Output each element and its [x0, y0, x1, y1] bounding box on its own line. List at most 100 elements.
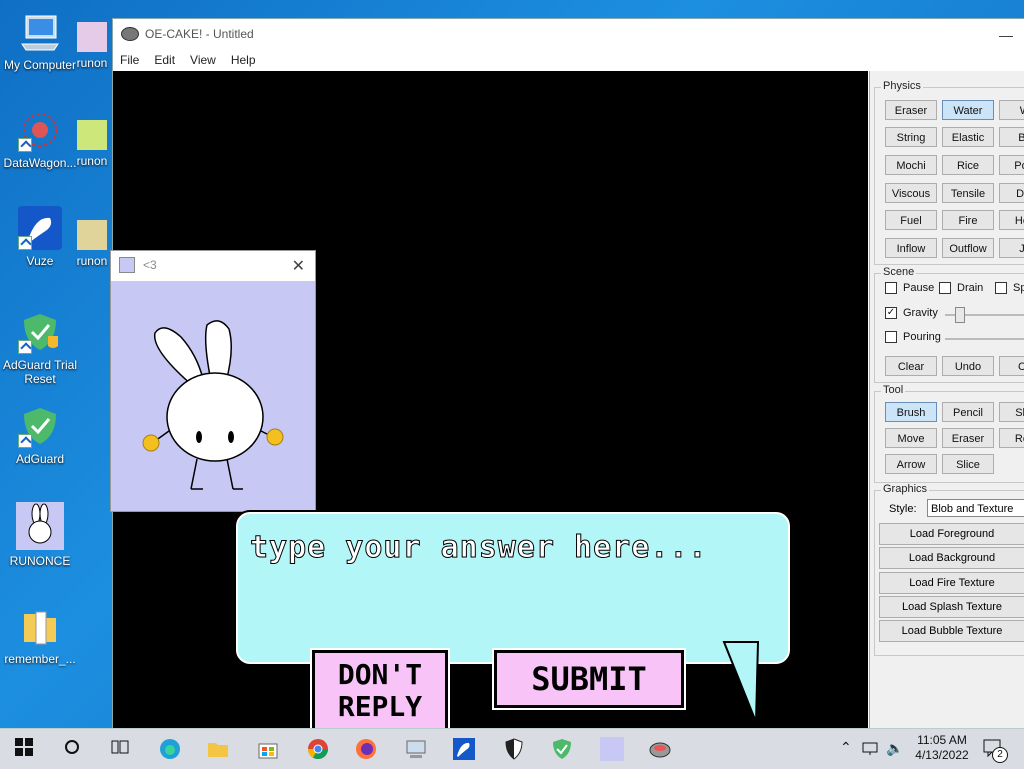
file-explorer-icon[interactable] — [206, 737, 230, 761]
dont-reply-button[interactable]: DON'T REPLY — [312, 650, 448, 732]
answer-placeholder[interactable]: type your answer here... — [249, 530, 707, 566]
tool-arrow-button[interactable]: Arrow — [885, 454, 937, 474]
adguard-taskbar-icon[interactable] — [550, 737, 574, 761]
search-icon[interactable] — [62, 737, 86, 761]
gravity-slider-thumb[interactable] — [955, 307, 965, 323]
physics-outflow-button[interactable]: Outflow — [942, 238, 994, 258]
computer-taskbar-icon[interactable] — [404, 737, 428, 761]
heart-popup-window: <3 ✕ — [110, 250, 316, 512]
physics-je-button[interactable]: Je — [999, 238, 1024, 258]
firefox-icon[interactable] — [354, 737, 378, 761]
folder-zip-icon — [18, 604, 62, 648]
menu-help[interactable]: Help — [224, 53, 264, 67]
runonce-taskbar-icon[interactable] — [600, 737, 624, 761]
physics-group: Physics Eraser Water W String Elastic Br… — [874, 80, 1024, 265]
tool-brush-button[interactable]: Brush — [885, 402, 937, 422]
style-select[interactable]: Blob and Texture — [927, 499, 1024, 517]
load-background-button[interactable]: Load Background — [879, 547, 1024, 569]
desktop-icon-adguard[interactable]: AdGuard — [0, 404, 80, 466]
network-icon[interactable] — [862, 741, 878, 758]
store-icon[interactable] — [256, 737, 280, 761]
physics-der-button[interactable]: Der — [999, 183, 1024, 203]
tool-legend: Tool — [881, 384, 906, 396]
clear-button[interactable]: Clear — [885, 356, 937, 376]
vuze-taskbar-icon[interactable] — [452, 737, 476, 761]
physics-rice-button[interactable]: Rice — [942, 155, 994, 175]
menu-view[interactable]: View — [183, 53, 224, 67]
desktop-icon-remember[interactable]: remember_... — [0, 604, 80, 666]
menu-edit[interactable]: Edit — [147, 53, 183, 67]
shortcut-arrow-icon — [18, 236, 32, 250]
scene-group: Scene Pause Drain Sp ✓ Gravity Pouring Cl… — [874, 266, 1024, 383]
tool-eraser-button[interactable]: Eraser — [942, 428, 994, 448]
pouring-slider[interactable] — [945, 338, 1024, 340]
shortcut-arrow-icon — [18, 138, 32, 152]
sp-label: Sp — [1013, 282, 1024, 294]
clock[interactable]: 11:05 AM 4/13/2022 — [912, 733, 972, 763]
physics-eraser-button[interactable]: Eraser — [885, 100, 937, 120]
shortcut-arrow-icon — [18, 340, 32, 354]
bunny-icon — [16, 502, 64, 550]
volume-icon[interactable]: 🔈 — [886, 740, 903, 757]
physics-fire-button[interactable]: Fire — [942, 210, 994, 230]
load-bubble-texture-button[interactable]: Load Bubble Texture — [879, 620, 1024, 642]
control-panel: Physics Eraser Water W String Elastic Br… — [869, 71, 1024, 729]
physics-mochi-button[interactable]: Mochi — [885, 155, 937, 175]
gravity-checkbox[interactable]: ✓ Gravity — [885, 307, 938, 319]
physics-w-button[interactable]: W — [999, 100, 1024, 120]
pause-checkbox[interactable]: Pause — [885, 282, 934, 294]
load-foreground-button[interactable]: Load Foreground — [879, 523, 1024, 545]
oe-cake-taskbar-icon[interactable] — [648, 737, 672, 761]
undo-button[interactable]: Undo — [942, 356, 994, 376]
minimize-icon[interactable]: — — [999, 27, 1013, 43]
physics-hea-button[interactable]: Hea — [999, 210, 1024, 230]
pouring-checkbox[interactable]: Pouring — [885, 331, 941, 343]
physics-fuel-button[interactable]: Fuel — [885, 210, 937, 230]
physics-tensile-button[interactable]: Tensile — [942, 183, 994, 203]
desktop-icon-runonce[interactable]: RUNONCE — [0, 502, 80, 568]
load-fire-texture-button[interactable]: Load Fire Texture — [879, 572, 1024, 594]
bunny-icon — [77, 22, 107, 52]
sp-checkbox[interactable]: Sp — [995, 282, 1024, 294]
style-label: Style: — [889, 503, 917, 515]
tool-move-button[interactable]: Move — [885, 428, 937, 448]
windows-start-icon[interactable] — [14, 737, 38, 761]
clock-time: 11:05 AM — [917, 733, 967, 747]
physics-inflow-button[interactable]: Inflow — [885, 238, 937, 258]
tray-chevron-icon[interactable]: ⌃ — [840, 739, 852, 756]
tool-slice-button[interactable]: Slice — [942, 454, 994, 474]
submit-button[interactable]: SUBMIT — [494, 650, 684, 708]
load-splash-texture-button[interactable]: Load Splash Texture — [879, 596, 1024, 618]
vuze-frog-icon — [18, 206, 62, 250]
menu-file[interactable]: File — [113, 53, 147, 67]
popup-titlebar[interactable]: <3 — [111, 251, 315, 279]
checkbox-box — [885, 282, 897, 294]
physics-viscous-button[interactable]: Viscous — [885, 183, 937, 203]
physics-elastic-button[interactable]: Elastic — [942, 127, 994, 147]
edge-icon[interactable] — [158, 737, 182, 761]
datawagon-icon — [18, 108, 62, 152]
desktop-icon-adguard-trial-reset[interactable]: AdGuard Trial Reset — [0, 310, 80, 386]
clock-date: 4/13/2022 — [915, 748, 969, 762]
answer-input-bubble[interactable]: type your answer here... — [236, 512, 790, 664]
checkbox-box — [995, 282, 1007, 294]
task-view-icon[interactable] — [110, 737, 134, 761]
tool-rep-button[interactable]: Rep — [999, 428, 1024, 448]
physics-pow-button[interactable]: Pow — [999, 155, 1024, 175]
notifications-icon[interactable]: 2 — [982, 738, 1008, 763]
tool-sha-button[interactable]: Sha — [999, 402, 1024, 422]
tool-pencil-button[interactable]: Pencil — [942, 402, 994, 422]
desktop-icon-label: remember_... — [4, 652, 76, 666]
window-titlebar[interactable]: OE-CAKE! - Untitled — — [113, 19, 1024, 49]
chrome-icon[interactable] — [306, 737, 330, 761]
bunny-app-icon — [119, 257, 135, 273]
physics-string-button[interactable]: String — [885, 127, 937, 147]
drain-label: Drain — [957, 282, 984, 294]
physics-bri-button[interactable]: Bri — [999, 127, 1024, 147]
drain-checkbox[interactable]: Drain — [939, 282, 983, 294]
bunny-illustration — [142, 320, 284, 490]
close-icon[interactable]: ✕ — [292, 256, 305, 276]
physics-water-button[interactable]: Water — [942, 100, 994, 120]
security-shield-icon[interactable] — [502, 737, 526, 761]
co-button[interactable]: Co — [999, 356, 1024, 376]
